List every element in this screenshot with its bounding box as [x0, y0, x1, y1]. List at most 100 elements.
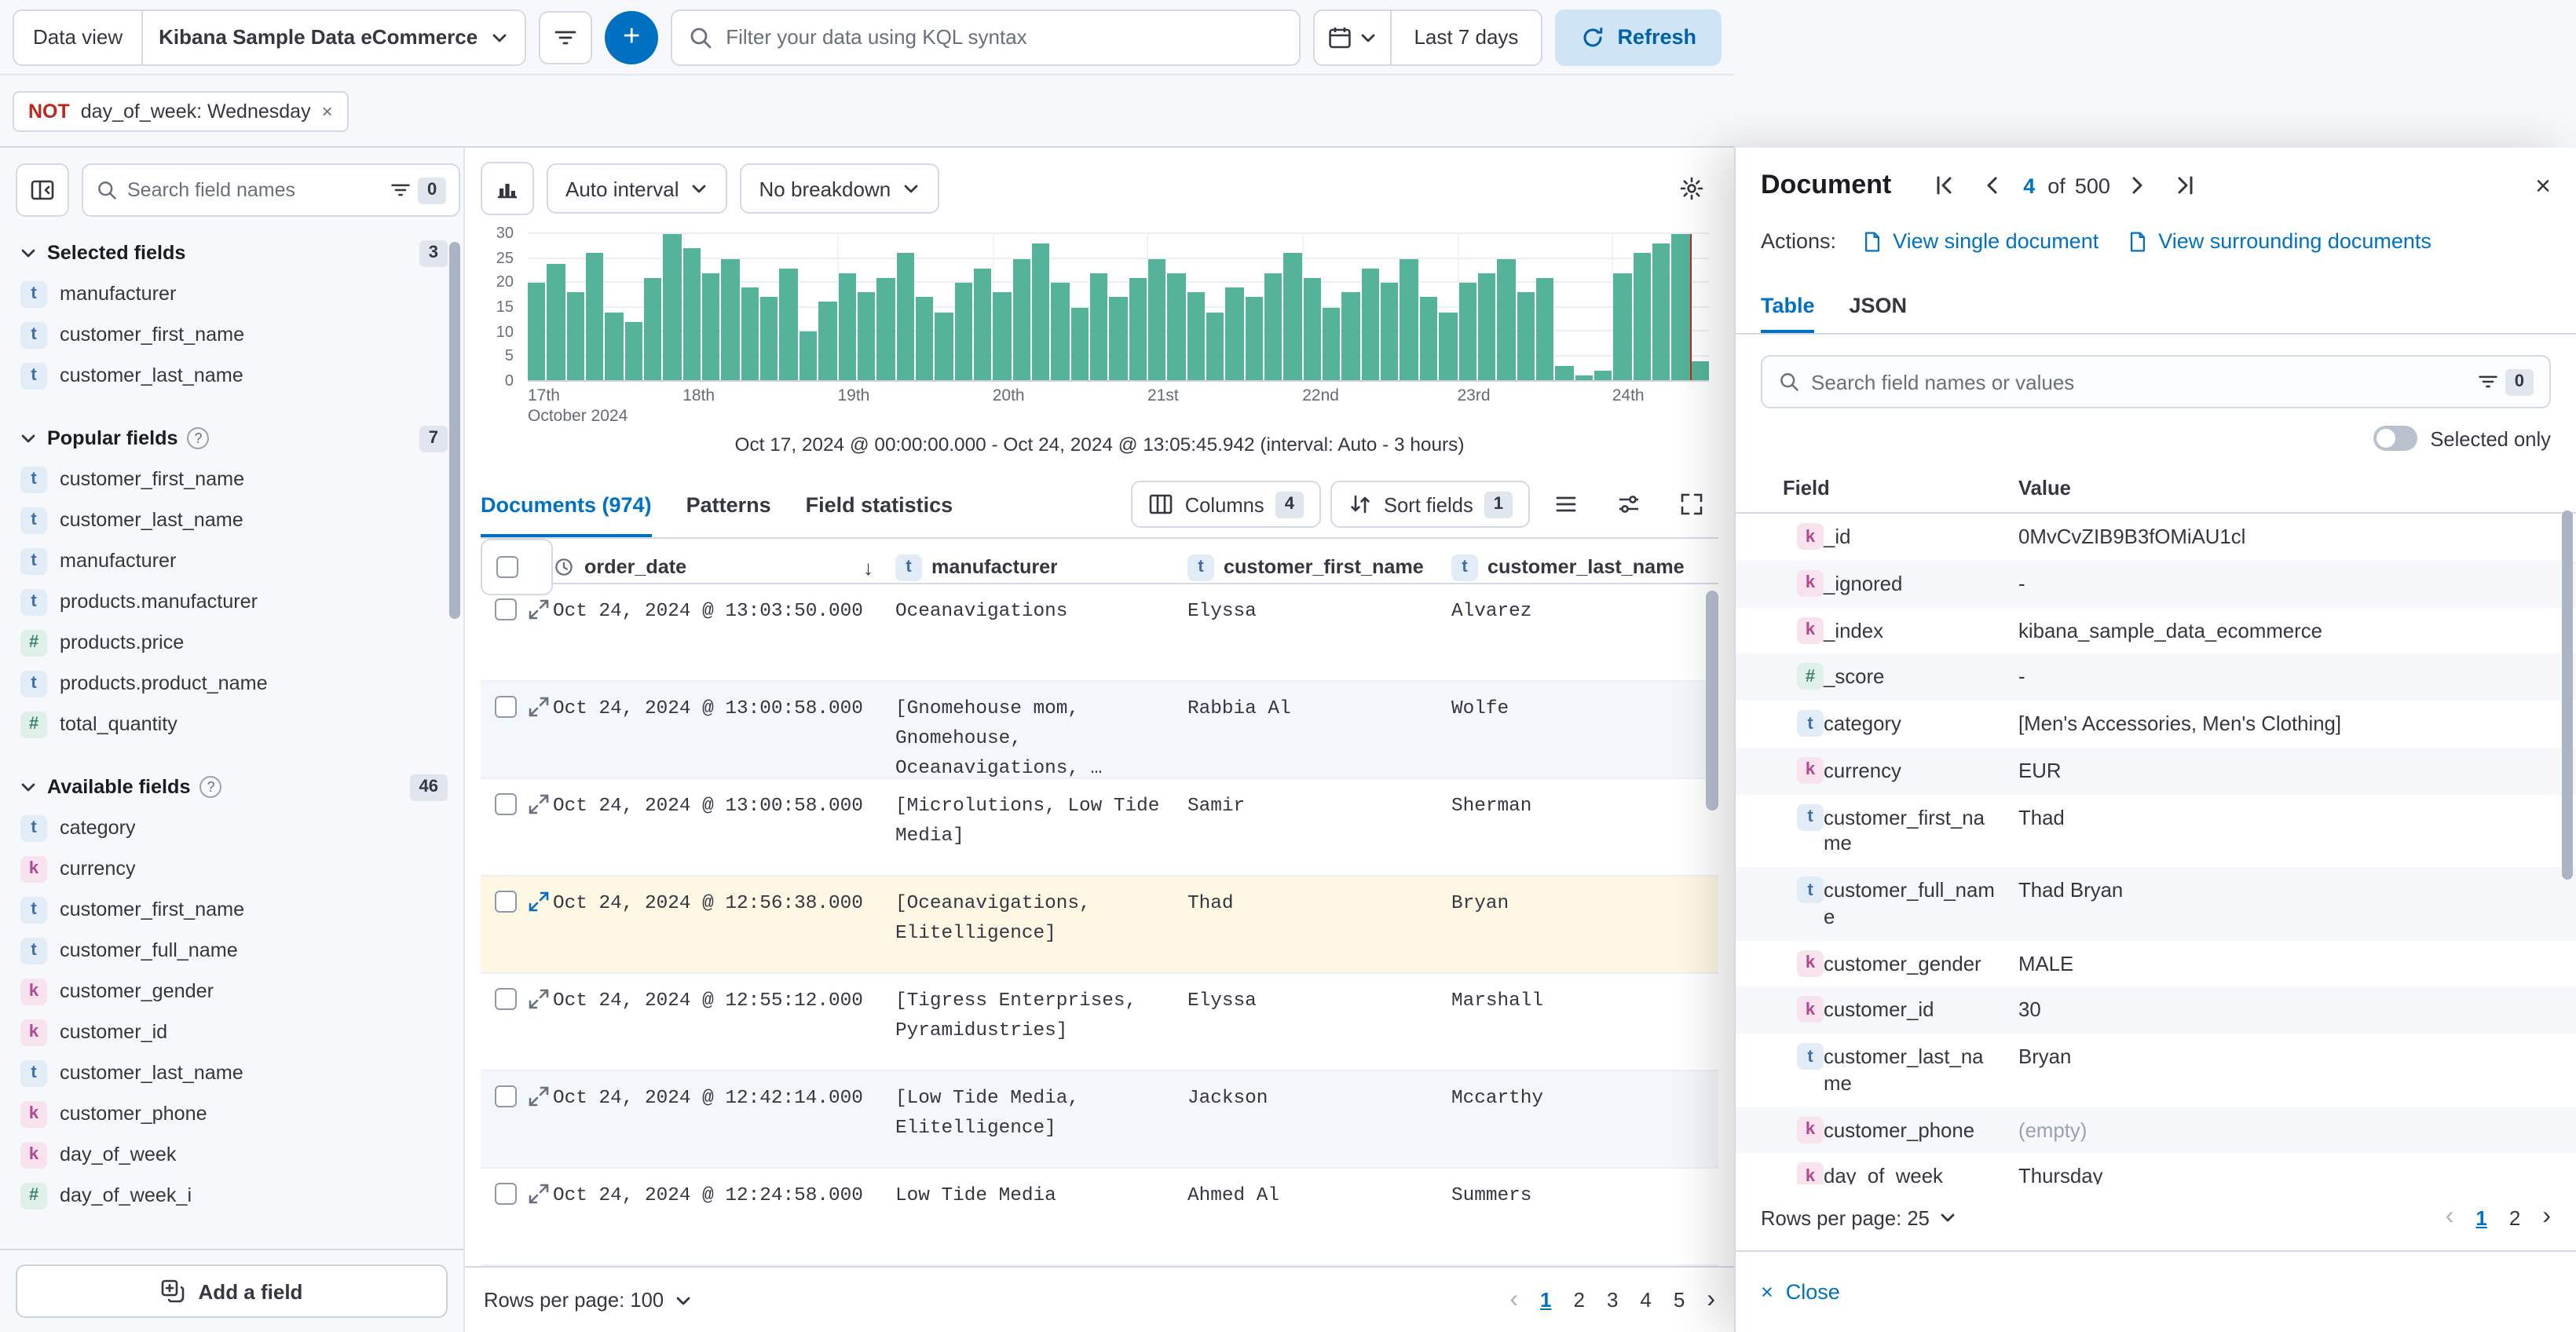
close-flyout-icon[interactable]: ×	[2535, 172, 2551, 199]
field-item-customer-first-name[interactable]: tcustomer_first_name	[19, 459, 448, 500]
documents-pagination-page-5[interactable]: 5	[1674, 1288, 1685, 1312]
filter-pill[interactable]: NOT day_of_week: Wednesday ×	[13, 90, 349, 131]
data-view-value[interactable]: Kibana Sample Data eCommerce	[143, 25, 525, 49]
field-item-customer-full-name[interactable]: tcustomer_full_name	[19, 930, 448, 971]
next-doc-button[interactable]	[2120, 166, 2157, 204]
fullscreen-button[interactable]	[1665, 478, 1718, 531]
doc-field-row-customer-gender[interactable]: k customer_gender MALE	[1736, 940, 2576, 987]
doc-field-row-id[interactable]: k _id 0MvCvZIB9B3fOMiAU1cl	[1736, 514, 2576, 561]
field-item-customer-gender[interactable]: kcustomer_gender	[19, 971, 448, 1012]
column-header-customer-first-name[interactable]: tcustomer_first_name	[1187, 554, 1451, 580]
field-item-currency[interactable]: kcurrency	[19, 848, 448, 889]
time-range-value[interactable]: Last 7 days	[1392, 25, 1540, 49]
field-section-header[interactable]: Available fields ? 46	[19, 767, 448, 807]
expand-document-icon[interactable]	[528, 793, 550, 815]
doc-search-input[interactable]	[1811, 370, 2466, 393]
field-section-header[interactable]: Popular fields ? 7	[19, 418, 448, 459]
remove-filter-icon[interactable]: ×	[322, 100, 333, 122]
add-filter-button[interactable]: +	[605, 10, 658, 64]
doc-field-row-customer-first-name[interactable]: t customer_first_name Thad	[1736, 794, 2576, 867]
column-header-order-date[interactable]: order_date ↓	[553, 555, 895, 579]
doc-pagination-next-icon[interactable]: ›	[2542, 1203, 2551, 1231]
row-density-button[interactable]	[1539, 478, 1593, 531]
close-flyout-button[interactable]: × Close	[1761, 1280, 1840, 1304]
field-item-customer-first-name[interactable]: tcustomer_first_name	[19, 314, 448, 355]
field-type-filter-button[interactable]: 0	[390, 177, 446, 203]
doc-field-row-day-of-week[interactable]: k day_of_week Thursday	[1736, 1154, 2576, 1184]
column-header-customer-last-name[interactable]: tcustomer_last_name	[1451, 554, 1718, 580]
doc-rows-per-page-select[interactable]: Rows per page: 25	[1761, 1206, 1958, 1229]
tab-field-statistics[interactable]: Field statistics	[806, 471, 953, 537]
filter-menu-button[interactable]	[539, 10, 592, 64]
tab-patterns[interactable]: Patterns	[686, 471, 771, 537]
field-item-manufacturer[interactable]: tmanufacturer	[19, 540, 448, 581]
doc-tab-json[interactable]: JSON	[1850, 278, 1908, 333]
documents-pagination-prev-icon[interactable]: ‹	[1509, 1286, 1518, 1314]
row-checkbox[interactable]	[495, 598, 517, 620]
row-checkbox[interactable]	[495, 1183, 517, 1205]
select-all-checkbox[interactable]	[496, 556, 518, 578]
documents-pagination-page-3[interactable]: 3	[1607, 1288, 1618, 1312]
field-item-day-of-week[interactable]: kday_of_week	[19, 1134, 448, 1175]
date-picker-calendar-button[interactable]	[1315, 10, 1392, 64]
expand-document-icon[interactable]	[528, 891, 550, 913]
flyout-scrollbar[interactable]	[2562, 510, 2573, 880]
field-item-total-quantity[interactable]: #total_quantity	[19, 704, 448, 745]
doc-search-box[interactable]: 0	[1761, 355, 2551, 408]
doc-pagination-page-2[interactable]: 2	[2509, 1206, 2520, 1229]
field-item-customer-id[interactable]: kcustomer_id	[19, 1012, 448, 1052]
refresh-button[interactable]: Refresh	[1554, 9, 1722, 65]
date-picker[interactable]: Last 7 days	[1313, 9, 1542, 65]
sidebar-scrollbar[interactable]	[449, 242, 460, 619]
doc-filter-button[interactable]: 0	[2477, 368, 2534, 395]
documents-pagination-page-4[interactable]: 4	[1640, 1288, 1651, 1312]
view-surrounding-documents-link[interactable]: View surrounding documents	[2127, 229, 2431, 253]
column-header-manufacturer[interactable]: tmanufacturer	[895, 554, 1187, 580]
field-item-manufacturer[interactable]: tmanufacturer	[19, 273, 448, 314]
grid-settings-button[interactable]	[1602, 478, 1656, 531]
add-field-button[interactable]: Add a field	[16, 1264, 448, 1318]
data-view-picker[interactable]: Data view Kibana Sample Data eCommerce	[13, 9, 526, 65]
field-item-customer-last-name[interactable]: tcustomer_last_name	[19, 1052, 448, 1093]
row-checkbox[interactable]	[495, 988, 517, 1010]
field-item-customer-first-name[interactable]: tcustomer_first_name	[19, 889, 448, 930]
doc-field-row-customer-full-name[interactable]: t customer_full_name Thad Bryan	[1736, 867, 2576, 940]
documents-pagination-next-icon[interactable]: ›	[1707, 1286, 1715, 1314]
table-row[interactable]: Oct 24, 2024 @ 12:42:14.000 [Low Tide Me…	[481, 1071, 1718, 1169]
field-item-customer-last-name[interactable]: tcustomer_last_name	[19, 355, 448, 396]
field-item-products-manufacturer[interactable]: tproducts.manufacturer	[19, 581, 448, 622]
table-row[interactable]: Oct 24, 2024 @ 12:55:12.000 [Tigress Ent…	[481, 974, 1718, 1071]
table-row[interactable]: Oct 24, 2024 @ 12:56:38.000 [Oceanavigat…	[481, 876, 1718, 974]
doc-pagination-prev-icon[interactable]: ‹	[2446, 1203, 2454, 1231]
view-single-document-link[interactable]: View single document	[1861, 229, 2098, 253]
kql-search-bar[interactable]	[671, 9, 1301, 65]
breakdown-select[interactable]: No breakdown	[741, 163, 940, 214]
doc-field-row-score[interactable]: # _score -	[1736, 654, 2576, 701]
table-row[interactable]: Oct 24, 2024 @ 13:00:58.000 [Gnomehouse …	[481, 682, 1718, 779]
expand-document-icon[interactable]	[528, 1183, 550, 1205]
doc-field-row-customer-last-name[interactable]: t customer_last_name Bryan	[1736, 1034, 2576, 1107]
field-item-products-price[interactable]: #products.price	[19, 622, 448, 663]
doc-field-row-index[interactable]: k _index kibana_sample_data_ecommerce	[1736, 607, 2576, 654]
expand-document-icon[interactable]	[528, 696, 550, 718]
table-scrollbar[interactable]	[1706, 591, 1718, 811]
collapse-sidebar-button[interactable]	[16, 163, 69, 217]
field-item-customer-last-name[interactable]: tcustomer_last_name	[19, 500, 448, 540]
expand-document-icon[interactable]	[528, 598, 550, 620]
field-item-category[interactable]: tcategory	[19, 807, 448, 848]
expand-document-icon[interactable]	[528, 988, 550, 1010]
doc-field-row-category[interactable]: t category [Men's Accessories, Men's Clo…	[1736, 701, 2576, 748]
table-row[interactable]: Oct 24, 2024 @ 12:24:58.000 Low Tide Med…	[481, 1169, 1718, 1266]
interval-select[interactable]: Auto interval	[547, 163, 728, 214]
sort-fields-button[interactable]: Sort fields 1	[1330, 481, 1530, 528]
row-checkbox[interactable]	[495, 1085, 517, 1107]
doc-field-row-customer-phone[interactable]: k customer_phone (empty)	[1736, 1107, 2576, 1154]
doc-field-row-currency[interactable]: k currency EUR	[1736, 748, 2576, 795]
doc-pagination-page-1[interactable]: 1	[2475, 1206, 2486, 1229]
field-item-customer-phone[interactable]: kcustomer_phone	[19, 1093, 448, 1134]
field-search-input[interactable]	[127, 179, 380, 201]
first-doc-button[interactable]	[1926, 166, 1963, 204]
field-item-day-of-week-i[interactable]: #day_of_week_i	[19, 1175, 448, 1216]
rows-per-page-select[interactable]: Rows per page: 100	[484, 1288, 692, 1312]
doc-field-row-ignored[interactable]: k _ignored -	[1736, 561, 2576, 608]
